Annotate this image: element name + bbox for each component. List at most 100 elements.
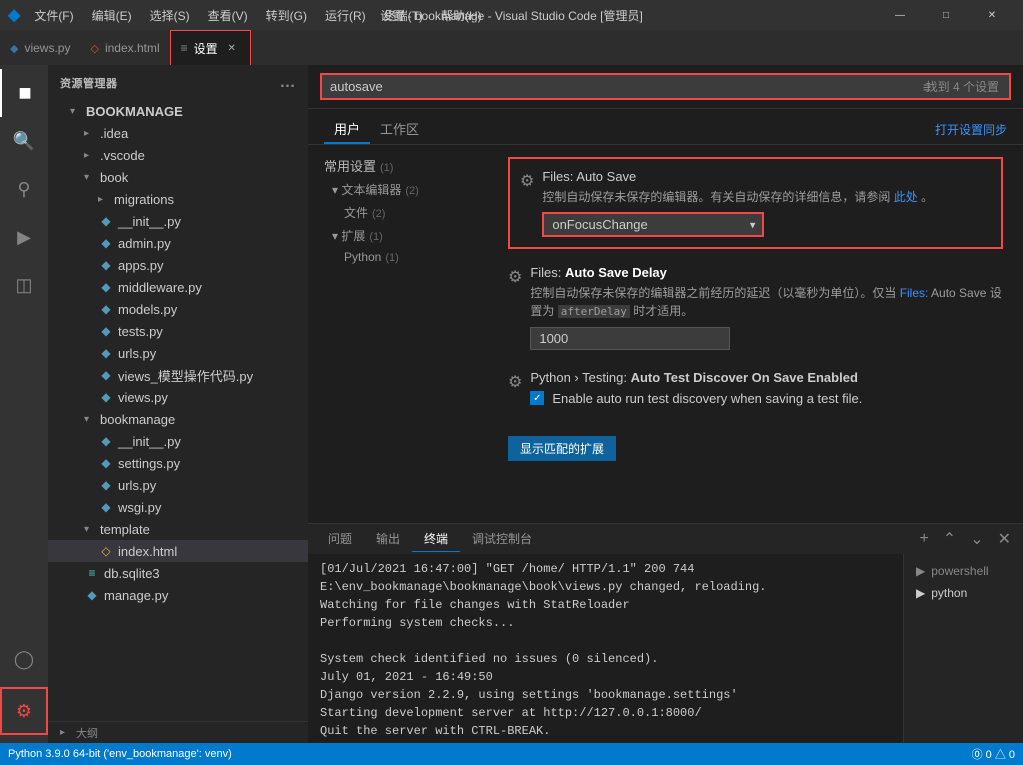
tab-views-py[interactable]: ◆ views.py [0, 30, 80, 65]
admin-py-label: admin.py [118, 236, 171, 251]
category-extensions[interactable]: ▾ 扩展(1) [308, 224, 488, 247]
tree-urls-py-bookmanage[interactable]: ◆ urls.py [48, 474, 308, 496]
autosave-gear-icon[interactable]: ⚙ [520, 171, 534, 191]
filter-icon[interactable]: ≡ [923, 79, 931, 95]
apps-py-label: apps.py [118, 258, 164, 273]
bookmanage-label: bookmanage [100, 412, 175, 427]
tree-apps-py[interactable]: ◆ apps.py [48, 254, 308, 276]
add-terminal-button[interactable]: + [915, 528, 932, 550]
tree-idea[interactable]: .idea [48, 122, 308, 144]
tab-index-html[interactable]: ◇ index.html [80, 30, 169, 65]
sidebar-menu-button[interactable]: … [280, 74, 297, 92]
tree-settings-py[interactable]: ◆ settings.py [48, 452, 308, 474]
activity-settings[interactable]: ⚙ [0, 687, 48, 735]
tab-problems[interactable]: 问题 [316, 526, 364, 552]
error-warning-count[interactable]: ⓪ 0 △ 0 [972, 746, 1015, 762]
tree-admin-py[interactable]: ◆ admin.py [48, 232, 308, 254]
python-file-icon-12: ◆ [98, 478, 114, 492]
tree-wsgi-py[interactable]: ◆ wsgi.py [48, 496, 308, 518]
outline-section[interactable]: 大纲 [48, 721, 308, 743]
views-py-file-label: views.py [118, 390, 168, 405]
autosave-delay-label: Files: Auto Save Delay [530, 265, 1003, 280]
tab-terminal[interactable]: 终端 [412, 526, 460, 552]
terminal-line-2: E:\env_bookmanage\bookmanage\book\views.… [320, 578, 891, 596]
tree-bookmanage[interactable]: bookmanage [48, 408, 308, 430]
tree-models-py[interactable]: ◆ models.py [48, 298, 308, 320]
category-common[interactable]: 常用设置(1) [308, 153, 488, 178]
tree-template[interactable]: template [48, 518, 308, 540]
manage-py-label: manage.py [104, 588, 168, 603]
menu-edit[interactable]: 编辑(E) [84, 5, 140, 26]
tree-views-model-py[interactable]: ◆ views_模型操作代码.py [48, 364, 308, 386]
tab-output[interactable]: 输出 [364, 526, 412, 552]
settings-tab-workspace[interactable]: 工作区 [370, 115, 429, 144]
sync-settings-button[interactable]: 打开设置同步 [935, 121, 1007, 138]
tree-vscode[interactable]: .vscode [48, 144, 308, 166]
tab-settings[interactable]: ≡ 设置 ✕ [170, 30, 251, 65]
python-testing-gear-icon[interactable]: ⚙ [508, 372, 522, 392]
terminal-up-button[interactable]: ⌃ [939, 527, 960, 551]
files-link[interactable]: Files: [900, 286, 929, 300]
tree-index-html[interactable]: ◇ index.html [48, 540, 308, 562]
terminal-down-button[interactable]: ⌄ [966, 527, 987, 551]
close-button[interactable]: ✕ [969, 0, 1015, 30]
category-files[interactable]: 文件(2) [308, 201, 488, 224]
python-file-icon-10: ◆ [98, 434, 114, 448]
activity-debug[interactable]: ▶ [0, 213, 48, 261]
terminal-close-button[interactable]: ✕ [994, 527, 1015, 551]
activity-source-control[interactable]: ⚲ [0, 165, 48, 213]
settings-search-bar: 找到 4 个设置 ≡ [308, 65, 1023, 109]
maximize-button[interactable]: □ [923, 0, 969, 30]
terminal-powershell[interactable]: ▶ powershell [904, 560, 1023, 582]
category-text-editor-count: (2) [405, 185, 418, 197]
autosave-delay-gear-icon[interactable]: ⚙ [508, 267, 522, 287]
tree-init-py-bookmanage[interactable]: ◆ __init__.py [48, 430, 308, 452]
activity-account[interactable]: ◯ [0, 635, 48, 683]
terminal-line-4: Performing system checks... [320, 614, 891, 632]
python-file-icon-11: ◆ [98, 456, 114, 470]
python-version-status[interactable]: Python 3.9.0 64-bit ('env_bookmanage': v… [8, 748, 232, 760]
autosave-delay-input[interactable] [530, 327, 730, 350]
settings-tab-user[interactable]: 用户 [324, 115, 370, 144]
menu-view[interactable]: 查看(V) [200, 5, 256, 26]
category-python[interactable]: Python(1) [308, 247, 488, 267]
tree-project-root[interactable]: BOOKMANAGE [48, 100, 308, 122]
activity-bar-bottom: ◯ ⚙ [0, 635, 48, 735]
activity-search[interactable]: 🔍 [0, 117, 48, 165]
minimize-button[interactable]: — [877, 0, 923, 30]
wsgi-py-label: wsgi.py [118, 500, 161, 515]
activity-files[interactable]: ■ [0, 69, 48, 117]
activity-extensions[interactable]: ◫ [0, 261, 48, 309]
menu-run[interactable]: 运行(R) [317, 5, 374, 26]
powershell-icon: ▶ [916, 564, 925, 578]
tree-tests-py[interactable]: ◆ tests.py [48, 320, 308, 342]
project-arrow [70, 106, 82, 117]
menu-file[interactable]: 文件(F) [26, 5, 81, 26]
idea-arrow [84, 128, 96, 139]
tree-init-py-book[interactable]: ◆ __init__.py [48, 210, 308, 232]
tree-migrations[interactable]: migrations [48, 188, 308, 210]
category-extensions-label: ▾ 扩展 [332, 229, 365, 243]
settings-tabs-bar: 用户 工作区 打开设置同步 [308, 109, 1023, 145]
autosave-link[interactable]: 此处 [894, 190, 918, 204]
python-testing-checkbox[interactable]: ✓ [530, 391, 544, 405]
autosave-select[interactable]: off afterDelay onFocusChange onWindowCha… [543, 213, 763, 236]
tab-close-settings[interactable]: ✕ [224, 40, 240, 56]
terminal-python[interactable]: ▶ python [904, 582, 1023, 604]
menu-goto[interactable]: 转到(G) [258, 5, 315, 26]
tree-urls-py-book[interactable]: ◆ urls.py [48, 342, 308, 364]
tree-book[interactable]: book [48, 166, 308, 188]
category-text-editor[interactable]: ▾ 文本编辑器(2) [308, 178, 488, 201]
tree-views-py-file[interactable]: ◆ views.py [48, 386, 308, 408]
idea-label: .idea [100, 126, 128, 141]
settings-search-input[interactable] [320, 73, 1011, 100]
template-arrow [84, 524, 96, 535]
files-icon: ■ [18, 80, 31, 106]
tree-middleware-py[interactable]: ◆ middleware.py [48, 276, 308, 298]
tree-db-sqlite3[interactable]: ≡ db.sqlite3 [48, 562, 308, 584]
menu-select[interactable]: 选择(S) [142, 5, 198, 26]
show-matching-extensions-button[interactable]: 显示匹配的扩展 [508, 436, 616, 461]
tree-manage-py[interactable]: ◆ manage.py [48, 584, 308, 606]
terminal-output[interactable]: [01/Jul/2021 16:47:00] "GET /home/ HTTP/… [308, 554, 903, 743]
tab-debug-console[interactable]: 调试控制台 [460, 526, 544, 552]
